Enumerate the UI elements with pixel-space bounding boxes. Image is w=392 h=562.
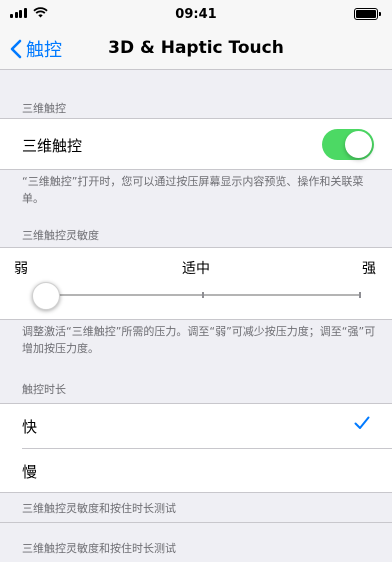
section-footer-sensitivity: 调整激活“三维触控”所需的压力。调至“弱”可减少按压力度；调至“强”可增加按压力… [22, 325, 376, 355]
slider-label-firm: 强 [362, 261, 376, 277]
duration-option-fast-label: 快 [22, 418, 38, 436]
toggle-knob [345, 131, 372, 158]
navigation-bar: 触控 3D & Haptic Touch [0, 28, 392, 70]
cell-3d-touch: 三维触控 [0, 118, 392, 170]
test-row-1: 三维触控灵敏度和按住时长测试 [22, 502, 176, 515]
sensitivity-slider-track[interactable] [43, 292, 361, 298]
section-divider [0, 522, 392, 523]
sensitivity-slider-thumb[interactable] [32, 282, 60, 310]
status-time: 09:41 [175, 7, 217, 22]
slider-tick [359, 292, 361, 298]
duration-option-fast[interactable]: 快 [0, 404, 392, 448]
battery-icon [354, 8, 381, 20]
slider-label-medium: 适中 [182, 261, 210, 277]
section-footer-3d-touch: “三维触控”打开时，您可以通过按压屏幕显示内容预览、操作和关联菜单。 [22, 175, 364, 205]
status-bar: 09:41 [0, 0, 392, 28]
checkmark-icon [354, 414, 370, 435]
3d-touch-toggle[interactable] [322, 129, 374, 160]
duration-option-slow-label: 慢 [22, 463, 38, 481]
test-row-2: 三维触控灵敏度和按住时长测试 [22, 542, 176, 555]
cell-label-3d-touch: 三维触控 [22, 137, 83, 155]
section-header-3d-touch: 三维触控 [22, 102, 66, 115]
duration-option-slow[interactable]: 慢 [0, 449, 392, 493]
section-header-touch-duration: 触控时长 [22, 383, 66, 396]
slider-tick [202, 292, 204, 298]
page-title: 3D & Haptic Touch [108, 38, 284, 58]
section-header-sensitivity: 三维触控灵敏度 [22, 229, 99, 242]
